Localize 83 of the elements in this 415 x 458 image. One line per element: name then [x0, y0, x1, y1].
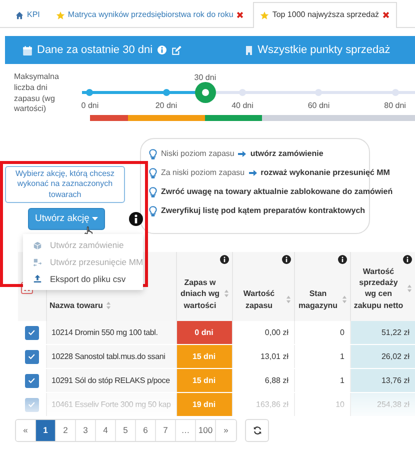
tick-label: 80 dni — [384, 100, 406, 112]
stock-days: 15 dni — [176, 368, 232, 393]
tick-label: 40 dni — [232, 100, 254, 112]
product-name: 10291 Sól do stóp RELAKS p/poce — [46, 368, 176, 393]
star-icon — [56, 10, 65, 20]
info-icon[interactable] — [338, 255, 346, 264]
table-cell: 254,38 zł — [350, 392, 415, 417]
lightbulb-icon — [149, 168, 157, 178]
column-header[interactable]: Nazwa towaru — [50, 300, 103, 311]
menu-item[interactable]: Eksport do pliku csv — [23, 270, 143, 288]
tip-text: Zwróć uwagę na towary aktualnie zablokowane do zamówień — [161, 186, 393, 198]
tip-action: utwórz zamówienie — [250, 148, 324, 160]
checkmark-icon — [27, 400, 36, 410]
close-icon[interactable] — [382, 11, 390, 19]
refresh-button[interactable] — [245, 419, 269, 442]
edit-icon[interactable] — [170, 44, 182, 56]
product-name: 10214 Dromin 550 mg 100 tabl. — [46, 320, 176, 345]
hint-tooltip: Wybierz akcję, którą chcesz wykonać na zaznaczonych towarach — [5, 166, 125, 204]
table-cell: 51,22 zł — [350, 320, 415, 345]
cube-icon — [33, 240, 42, 250]
tick-label: 0 dni — [81, 100, 99, 112]
slider-thumb[interactable] — [194, 82, 216, 103]
checkbox[interactable] — [24, 350, 39, 364]
product-name: 10228 Sanostol tabl.mus.do ssani — [46, 344, 176, 369]
table-cell: 0,00 zł — [232, 320, 294, 345]
checkbox[interactable] — [24, 398, 39, 412]
arrow-icon — [238, 150, 246, 158]
tip-text: Niski poziom zapasu — [161, 148, 234, 160]
calendar-icon — [22, 44, 33, 56]
tick-dot — [315, 89, 322, 96]
tip-text: Za niski poziom zapasu — [161, 167, 245, 179]
slider-value: 30 dni — [194, 72, 216, 84]
table-cell: 26,02 zł — [350, 344, 415, 369]
table-cell: 13,01 zł — [232, 344, 294, 369]
checkmark-icon — [27, 376, 36, 386]
building-icon — [244, 44, 254, 56]
star-icon — [260, 10, 270, 20]
transfer-icon — [33, 258, 42, 267]
stock-days: 15 dni — [176, 344, 232, 369]
table-cell: 1 — [294, 368, 350, 393]
tab[interactable]: Top 1000 najwyższa sprzedaż — [253, 2, 398, 28]
tick-dot — [392, 89, 399, 96]
tick-dot — [86, 89, 94, 96]
info-icon — [156, 45, 167, 55]
page-button[interactable]: 100 — [196, 420, 216, 441]
tab[interactable]: Matryca wyników przedsiębiorstwa rok do roku — [48, 2, 252, 27]
table-cell: 13,76 zł — [350, 368, 415, 393]
lightbulb-icon — [149, 186, 157, 198]
locations-label[interactable]: Wszystkie punkty sprzedaż — [258, 42, 390, 58]
tick-dot — [239, 89, 246, 96]
tab[interactable]: KPI — [8, 2, 47, 27]
tip-text: Zweryfikuj listę pod kątem preparatów kontraktowych — [161, 205, 366, 217]
page-button[interactable]: 1 — [36, 420, 56, 441]
info-icon[interactable] — [282, 255, 290, 264]
period-label[interactable]: Dane za ostatnie 30 dni — [37, 42, 153, 58]
checkbox[interactable] — [24, 374, 39, 388]
lightbulb-icon — [149, 206, 157, 216]
slider-label: Maksymalna liczba dni zapasu (wg wartości) — [14, 71, 60, 116]
tick-label: 20 dni — [155, 100, 178, 112]
upload-icon — [33, 274, 42, 284]
slider-track[interactable] — [82, 82, 415, 103]
info-icon[interactable] — [129, 212, 144, 226]
lightbulb-icon — [149, 148, 157, 160]
home-icon — [15, 10, 24, 20]
stock-days: 0 dni — [176, 320, 232, 345]
tick-dot — [162, 89, 170, 96]
table-cell: 0 — [294, 320, 350, 345]
close-icon[interactable] — [236, 11, 244, 19]
checkmark-icon — [27, 352, 36, 362]
table-cell: 6,88 zł — [232, 368, 294, 393]
info-icon[interactable] — [220, 255, 228, 264]
table-cell: 1 — [294, 344, 350, 369]
checkmark-icon — [27, 328, 36, 337]
tick-label: 60 dni — [308, 100, 330, 112]
arrow-icon — [248, 169, 257, 177]
stock-days: 19 dni — [176, 392, 232, 417]
refresh-icon — [252, 426, 262, 436]
checkbox[interactable] — [24, 326, 39, 340]
info-icon[interactable] — [402, 255, 412, 264]
create-action-button[interactable]: Utwórz akcję — [28, 208, 106, 230]
page-button[interactable]: « — [16, 420, 36, 441]
tip-action: rozważ wykonanie przesunięć MM — [260, 167, 390, 179]
caret-icon — [92, 217, 98, 222]
